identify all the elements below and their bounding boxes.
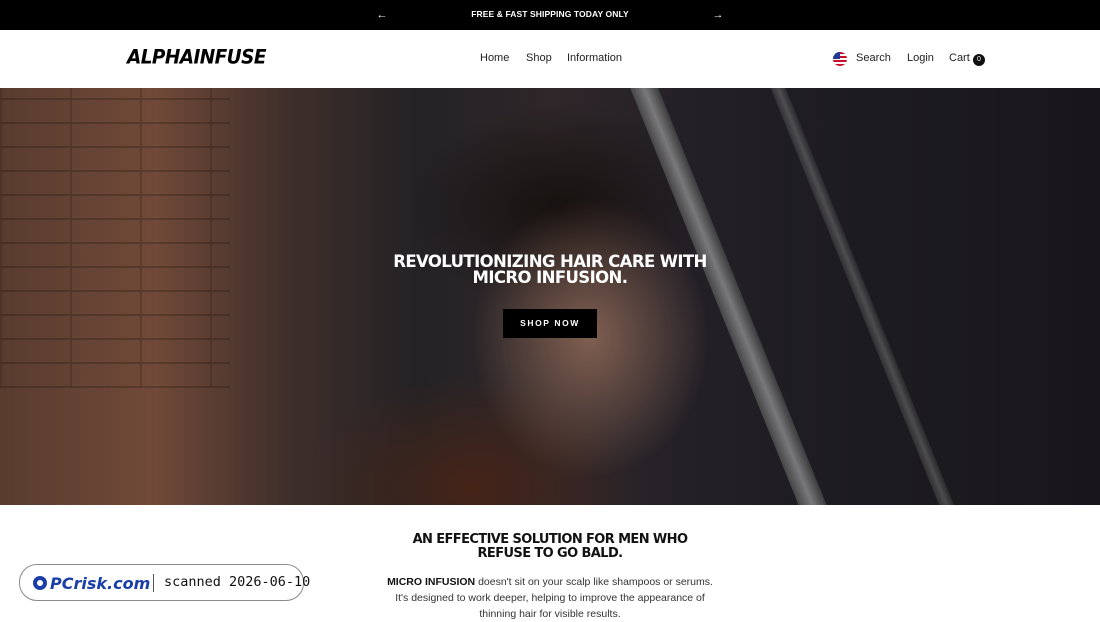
nav-information-link[interactable]: Information — [567, 52, 622, 64]
nav-home-link[interactable]: Home — [480, 52, 509, 64]
logo-text: ALPHAINFUSE — [127, 46, 266, 69]
intro-body: MICRO INFUSION doesn't sit on your scalp… — [380, 574, 720, 622]
nav-shop-link[interactable]: Shop — [526, 52, 552, 64]
cart-link[interactable]: Cart — [949, 52, 970, 64]
search-link[interactable]: Search — [856, 52, 891, 64]
site-header: ALPHAINFUSE Home Shop Information Search… — [0, 30, 1100, 88]
cart-count-badge: 0 — [973, 54, 985, 66]
hero-title: REVOLUTIONIZING HAIR CARE WITH MICRO INF… — [393, 252, 707, 287]
pcrisk-logo: PCrisk.com — [33, 574, 150, 593]
announcement-message: FREE & FAST SHIPPING TODAY ONLY — [471, 9, 629, 19]
intro-title: AN EFFECTIVE SOLUTION FOR MEN WHO REFUSE… — [412, 532, 688, 561]
watermark-separator — [153, 574, 154, 592]
us-flag-icon[interactable] — [833, 52, 847, 66]
hero-overlay — [0, 88, 1100, 505]
site-logo[interactable]: ALPHAINFUSE — [127, 46, 266, 71]
shop-now-button[interactable]: SHOP NOW — [503, 309, 597, 338]
intro-body-bold: MICRO INFUSION — [387, 576, 476, 588]
hero-banner: REVOLUTIONIZING HAIR CARE WITH MICRO INF… — [0, 88, 1100, 505]
arrow-right-icon[interactable]: → — [710, 7, 726, 23]
watermark-badge: PCrisk.com scanned 2026-06-10 — [19, 564, 310, 601]
watermark-text: scanned 2026-06-10 — [164, 574, 311, 590]
pcrisk-logo-text: PCrisk.com — [50, 574, 150, 593]
announcement-bar: ← FREE & FAST SHIPPING TODAY ONLY → — [0, 0, 1100, 30]
login-link[interactable]: Login — [907, 52, 934, 64]
